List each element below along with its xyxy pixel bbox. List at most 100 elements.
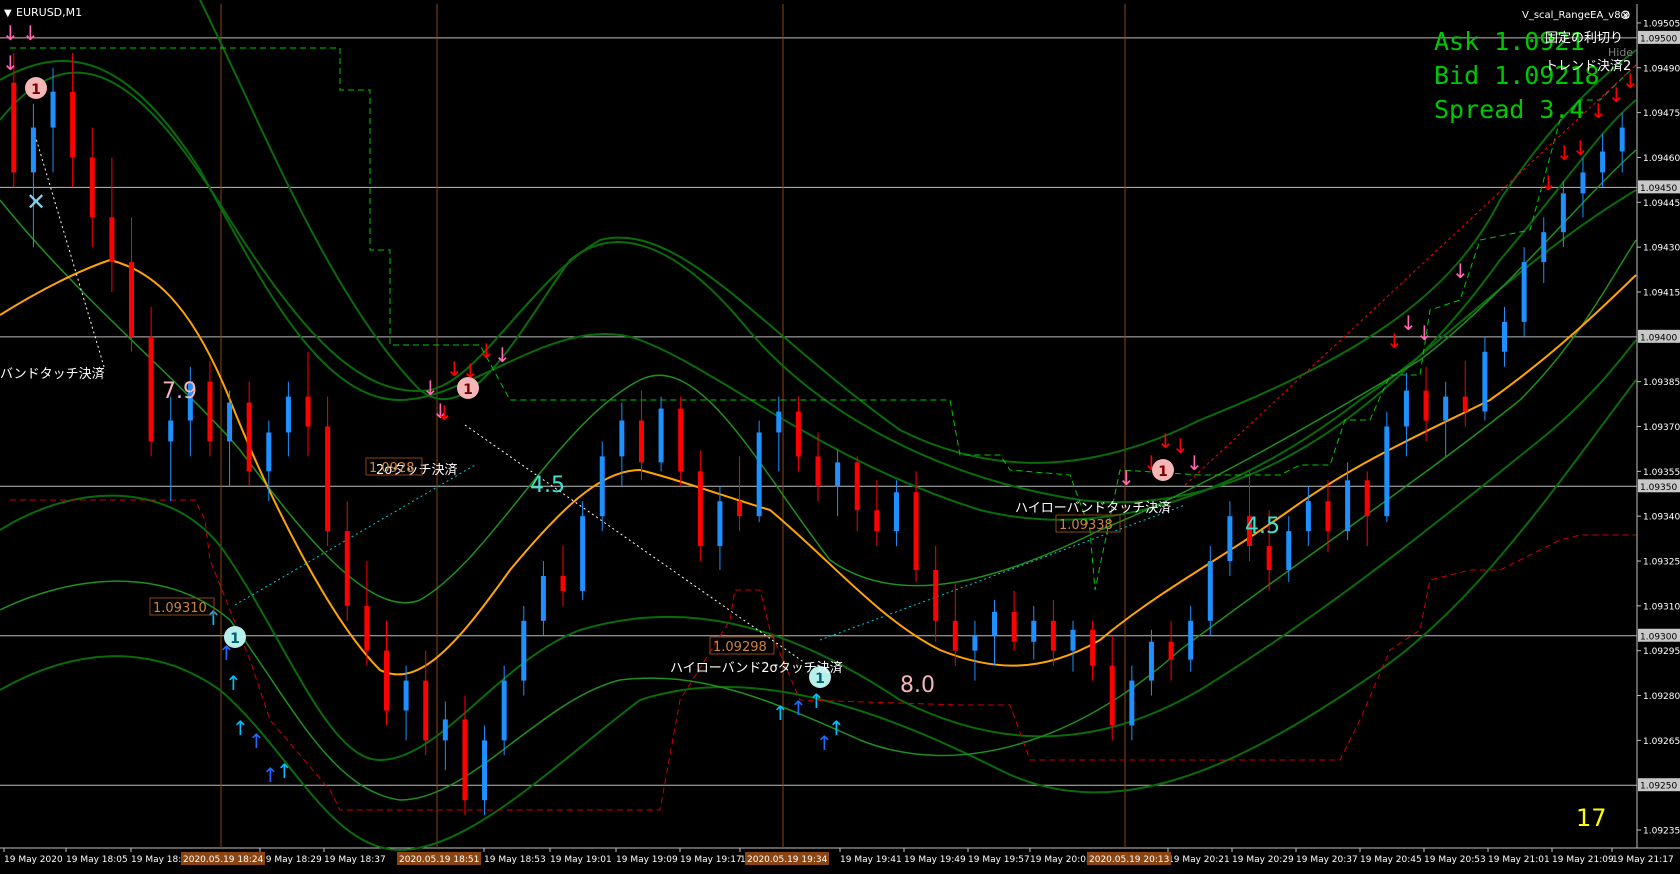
- price-tick-label: 1.09355: [1643, 468, 1680, 478]
- candle-body: [168, 420, 174, 442]
- mt4-chart-window[interactable]: ↓ ↓ ↓ ↓ ↓ ↓ ↓ ↓ ↓ ↓ ↓ ↓ ↓ ↓ ↓ ↓ ↓ ↓ ↓ ↓ …: [0, 0, 1680, 870]
- candle-body: [1541, 232, 1547, 263]
- price-chart[interactable]: ↓ ↓ ↓ ↓ ↓ ↓ ↓ ↓ ↓ ↓ ↓ ↓ ↓ ↓ ↓ ↓ ↓ ↓ ↓ ↓ …: [0, 0, 1680, 870]
- cross-marker-icon: ✕: [26, 188, 46, 216]
- symbol-label: EURUSD,M1: [16, 6, 82, 19]
- candle-body: [1325, 501, 1331, 532]
- time-label: 19 May 21:01: [1488, 855, 1550, 865]
- candle-body: [638, 420, 644, 463]
- candle-body: [658, 408, 664, 463]
- bar-counter: 17: [1576, 804, 1607, 832]
- time-label: 19 May 20:53: [1424, 855, 1486, 865]
- svg-text:1.0928: 1.0928: [369, 461, 415, 476]
- triangle-down-icon[interactable]: ▼: [4, 8, 12, 19]
- time-highlight-label: 2020.05.19 18:24: [183, 855, 264, 865]
- sell-arrow-icon: ↓: [494, 343, 511, 367]
- round-level-tag: 1.09500: [1638, 30, 1680, 44]
- buy-arrow-icon: ↑: [276, 759, 293, 783]
- signal-circle-icon: 1: [457, 377, 479, 399]
- candle-body: [1090, 629, 1096, 666]
- candle-body: [1031, 620, 1037, 642]
- candle-body: [1619, 127, 1625, 152]
- price-tick-label: 1.09370: [1643, 423, 1680, 433]
- signal-circle-icon: 1: [1152, 459, 1174, 481]
- candle-body: [678, 408, 684, 472]
- time-highlight-label: 2020.05.19 19:34: [747, 855, 828, 865]
- candle-body: [795, 411, 801, 457]
- price-tag: 1.0928: [365, 457, 423, 476]
- candle-body: [1188, 620, 1194, 660]
- time-label: 19 May 21:17: [1612, 855, 1674, 865]
- sell-arrow-icon: ↓: [446, 357, 463, 381]
- candle-body: [1384, 426, 1390, 517]
- sell-arrow-icon: ↓: [1452, 259, 1469, 283]
- time-label: 19 May 21:09: [1552, 855, 1614, 865]
- svg-text:1.09338: 1.09338: [1059, 518, 1113, 533]
- sell-arrow-icon: ↓: [1118, 466, 1135, 490]
- hide-button[interactable]: Hide: [1608, 46, 1633, 59]
- signal-circle-icon: 1: [25, 77, 47, 99]
- candle-body: [1305, 501, 1311, 532]
- price-tick-label: 1.09490: [1643, 64, 1680, 74]
- time-label: 19 May 19:09: [616, 855, 678, 865]
- time-highlight-label: 2020.05.19 18:51: [399, 855, 479, 865]
- signal-circle-icon: 1: [224, 626, 246, 648]
- ea-name-label: V_scal_RangeEA_v8.2: [1522, 10, 1630, 21]
- candle-body: [364, 605, 370, 651]
- candle: [756, 420, 762, 523]
- candle-body: [717, 501, 723, 547]
- pips-value-label: 8.0: [900, 673, 935, 698]
- price-tick-label: 1.09340: [1643, 513, 1680, 523]
- candle-body: [482, 740, 488, 801]
- price-tick-label: 1.09430: [1643, 244, 1680, 254]
- sell-arrow-icon: ↓: [1416, 321, 1433, 345]
- time-label: 19 May 19:41: [840, 855, 902, 865]
- round-level-value: 1.09400: [1640, 333, 1677, 343]
- candle-body: [266, 432, 272, 472]
- candle-body: [540, 575, 546, 621]
- candle-body: [128, 262, 134, 337]
- price-tick-label: 1.09385: [1643, 378, 1680, 388]
- candle-body: [1502, 321, 1508, 352]
- sell-arrow-icon: ↓: [1590, 99, 1607, 123]
- buy-arrow-icon: ↑: [232, 716, 249, 740]
- candle-body: [285, 396, 291, 433]
- candle-body: [1266, 546, 1272, 570]
- price-tick-label: 1.09460: [1643, 154, 1680, 164]
- svg-text:1: 1: [230, 631, 240, 647]
- candle-body: [1227, 516, 1233, 562]
- band-touch-label: バンドタッチ決済: [0, 366, 105, 382]
- candle-body: [148, 336, 154, 442]
- time-label: 19 May 18:: [131, 855, 181, 865]
- candle-body: [1109, 665, 1115, 726]
- sell-arrow-icon: ↓: [22, 21, 39, 45]
- round-level-tag: 1.09350: [1638, 479, 1680, 493]
- time-highlight-tag: 2020.05.19 19:34: [745, 852, 829, 865]
- sell-arrow-icon: ↓: [436, 401, 453, 425]
- buy-arrow-icon: ↑: [225, 671, 242, 695]
- candle-body: [305, 396, 311, 427]
- time-label: 19 May 20:29: [1232, 855, 1294, 865]
- trend-close-button[interactable]: トレンド決済2: [1545, 58, 1631, 74]
- sell-arrow-icon: ↓: [1556, 141, 1573, 165]
- price-tick-label: 1.09265: [1643, 737, 1680, 747]
- sell-arrow-icon: ↓: [1540, 171, 1557, 195]
- hilo-touch-label: ハイローバンドタッチ決済: [1015, 500, 1171, 516]
- pips-value-label: 4.5: [530, 473, 565, 498]
- time-highlight-tag: 2020.05.19 20:13: [1087, 852, 1171, 865]
- fixed-take-profit-button[interactable]: 固定の利切り: [1545, 31, 1623, 46]
- candle-body: [992, 611, 998, 636]
- round-level-value: 1.09300: [1640, 632, 1677, 642]
- close-circle-icon[interactable]: ⊗: [1620, 8, 1631, 23]
- candle-body: [913, 492, 919, 570]
- candle-body: [1403, 390, 1409, 427]
- time-label: 19 May 20:21: [1168, 855, 1230, 865]
- price-tick-label: 1.09325: [1643, 558, 1680, 568]
- candle-body: [50, 91, 56, 128]
- round-level-tag: 1.09300: [1638, 628, 1680, 642]
- time-label: 19 May 2020: [4, 855, 63, 865]
- price-tick-label: 1.09310: [1643, 602, 1680, 612]
- candle-body: [501, 680, 507, 741]
- time-label: 19 May 20:05: [1030, 855, 1092, 865]
- candle-body: [1168, 641, 1174, 660]
